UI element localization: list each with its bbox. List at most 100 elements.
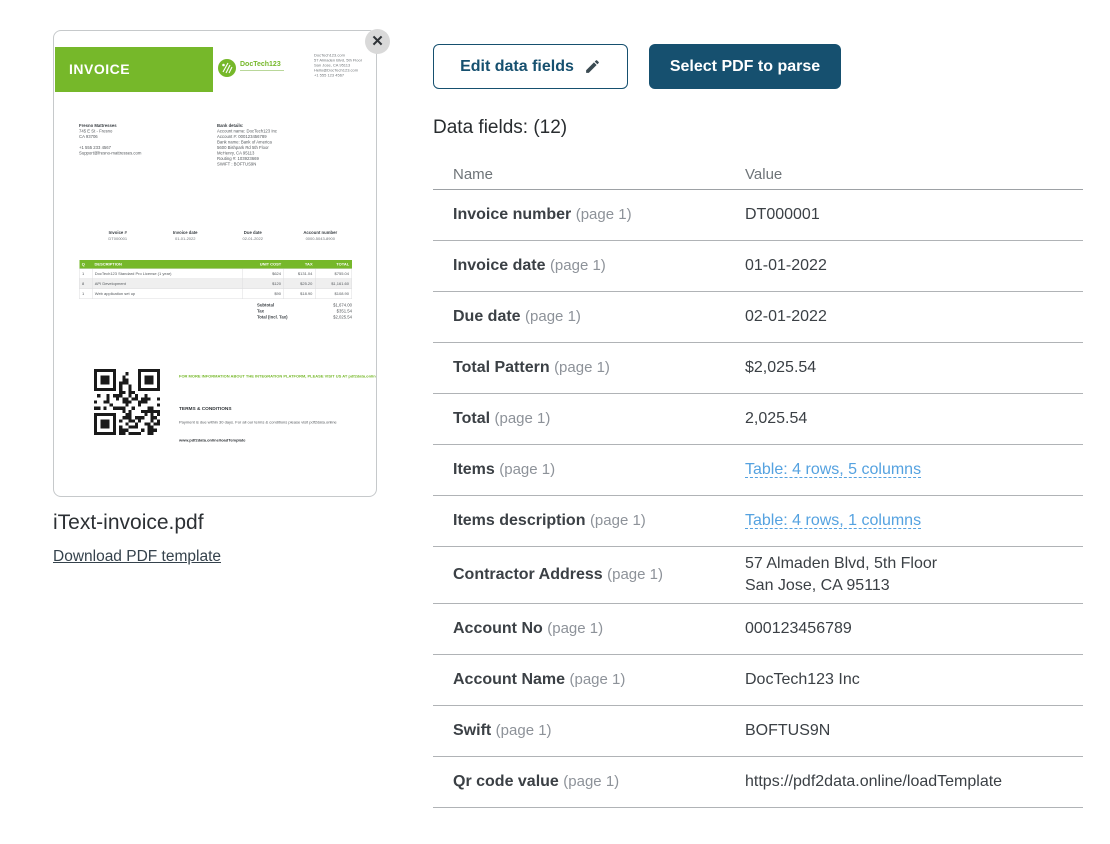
field-value: 2,025.54 bbox=[745, 410, 807, 427]
table-row: Due date (page 1)02-01-2022 bbox=[433, 292, 1083, 343]
invoice-preview: INVOICE DocTech123 DocTech123.com57 Alma… bbox=[54, 31, 376, 496]
field-name: Due date bbox=[453, 308, 521, 325]
terms-block: FOR MORE INFORMATION ABOUT THE INTEGRATI… bbox=[179, 374, 376, 447]
field-name: Qr code value bbox=[453, 773, 559, 790]
field-name: Contractor Address bbox=[453, 566, 603, 583]
field-value-cell: 57 Almaden Blvd, 5th FloorSan Jose, CA 9… bbox=[745, 553, 1083, 597]
field-name: Items bbox=[453, 461, 495, 478]
table-row: Total (page 1)2,025.54 bbox=[433, 394, 1083, 445]
field-page: (page 1) bbox=[576, 206, 632, 223]
field-name-cell: Qr code value (page 1) bbox=[433, 773, 745, 791]
bank-details-block: Bank details:Account name: DocTech123 In… bbox=[217, 123, 347, 167]
pdf-preview-card[interactable]: INVOICE DocTech123 DocTech123.com57 Alma… bbox=[53, 30, 377, 497]
qr-code bbox=[94, 369, 160, 435]
table-row: Items (page 1)Table: 4 rows, 5 columns bbox=[433, 445, 1083, 496]
field-value-cell: DT000001 bbox=[745, 204, 1083, 226]
field-name-cell: Items (page 1) bbox=[433, 461, 745, 479]
field-page: (page 1) bbox=[499, 461, 555, 478]
table-preview-link[interactable]: Table: 4 rows, 5 columns bbox=[745, 461, 921, 478]
field-name-cell: Account No (page 1) bbox=[433, 620, 745, 638]
column-header-name: Name bbox=[433, 166, 745, 183]
field-page: (page 1) bbox=[569, 671, 625, 688]
table-row: Swift (page 1)BOFTUS9N bbox=[433, 706, 1083, 757]
field-value-line: San Jose, CA 95113 bbox=[745, 575, 1073, 597]
terms-link: www.pdf2data.online/loadTemplate bbox=[179, 438, 376, 443]
table-header: Name Value bbox=[433, 160, 1083, 190]
table-row: Contractor Address (page 1)57 Almaden Bl… bbox=[433, 547, 1083, 604]
column-header-value: Value bbox=[745, 166, 1083, 183]
company-name: DocTech123 bbox=[240, 61, 284, 72]
field-value-cell: 01-01-2022 bbox=[745, 255, 1083, 277]
invoice-title-banner: INVOICE bbox=[55, 47, 213, 92]
invoice-title: INVOICE bbox=[69, 61, 130, 77]
field-value: DT000001 bbox=[745, 206, 820, 223]
field-name: Total Pattern bbox=[453, 359, 550, 376]
download-template-link[interactable]: Download PDF template bbox=[53, 548, 221, 566]
pdf-filename: iText-invoice.pdf bbox=[53, 511, 204, 535]
items-body: 1DocTech123 Standard Pro License (1 year… bbox=[79, 269, 352, 299]
field-page: (page 1) bbox=[525, 308, 581, 325]
field-name-cell: Due date (page 1) bbox=[433, 308, 745, 326]
field-name: Account No bbox=[453, 620, 543, 637]
field-name-cell: Invoice date (page 1) bbox=[433, 257, 745, 275]
field-name-cell: Contractor Address (page 1) bbox=[433, 566, 745, 584]
edit-data-fields-label: Edit data fields bbox=[460, 58, 574, 76]
field-value-line: 57 Almaden Blvd, 5th Floor bbox=[745, 553, 1073, 575]
field-page: (page 1) bbox=[494, 410, 550, 427]
terms-title: TERMS & CONDITIONS bbox=[179, 406, 376, 412]
pdf2data-template-page: INVOICE DocTech123 DocTech123.com57 Alma… bbox=[0, 0, 1110, 844]
field-name-cell: Total (page 1) bbox=[433, 410, 745, 428]
field-name: Invoice date bbox=[453, 257, 545, 274]
invoice-totals: Subtotal$1,674.00Tax$351.54Total (incl. … bbox=[79, 302, 352, 320]
field-page: (page 1) bbox=[496, 722, 552, 739]
field-name-cell: Total Pattern (page 1) bbox=[433, 359, 745, 377]
field-name: Invoice number bbox=[453, 206, 571, 223]
table-row: Items description (page 1)Table: 4 rows,… bbox=[433, 496, 1083, 547]
invoice-meta-row: Invoice #DT000001Invoice date01-01-2022D… bbox=[84, 230, 354, 241]
table-body: Invoice number (page 1)DT000001Invoice d… bbox=[433, 190, 1083, 808]
toolbar: Edit data fields Select PDF to parse bbox=[433, 44, 841, 89]
field-name: Account Name bbox=[453, 671, 565, 688]
field-value: $2,025.54 bbox=[745, 359, 816, 376]
field-page: (page 1) bbox=[563, 773, 619, 790]
table-preview-link[interactable]: Table: 4 rows, 1 columns bbox=[745, 512, 921, 529]
field-name-cell: Swift (page 1) bbox=[433, 722, 745, 740]
edit-data-fields-button[interactable]: Edit data fields bbox=[433, 44, 628, 89]
table-row: Qr code value (page 1)https://pdf2data.o… bbox=[433, 757, 1083, 808]
terms-body: Payment is due within 30 days. For all o… bbox=[179, 420, 376, 425]
data-fields-table: Name Value Invoice number (page 1)DT0000… bbox=[433, 160, 1083, 808]
field-value-cell: 2,025.54 bbox=[745, 408, 1083, 430]
field-page: (page 1) bbox=[550, 257, 606, 274]
field-name-cell: Invoice number (page 1) bbox=[433, 206, 745, 224]
field-value-cell: Table: 4 rows, 1 columns bbox=[745, 510, 1083, 532]
field-name-cell: Account Name (page 1) bbox=[433, 671, 745, 689]
company-address: DocTech123.com57 Almaden Blvd, 5th Floor… bbox=[314, 53, 369, 78]
field-value-cell: BOFTUS9N bbox=[745, 720, 1083, 742]
field-value: 01-01-2022 bbox=[745, 257, 827, 274]
close-preview-button[interactable]: ✕ bbox=[365, 29, 390, 54]
pencil-icon bbox=[584, 58, 601, 75]
field-value-cell: 02-01-2022 bbox=[745, 306, 1083, 328]
table-row: Account No (page 1)000123456789 bbox=[433, 604, 1083, 655]
field-value: DocTech123 Inc bbox=[745, 671, 860, 688]
field-value-cell: 000123456789 bbox=[745, 618, 1083, 640]
field-page: (page 1) bbox=[590, 512, 646, 529]
field-value: BOFTUS9N bbox=[745, 722, 830, 739]
field-name: Total bbox=[453, 410, 490, 427]
field-name: Swift bbox=[453, 722, 491, 739]
data-fields-heading: Data fields: (12) bbox=[433, 117, 567, 139]
table-row: Invoice date (page 1)01-01-2022 bbox=[433, 241, 1083, 292]
invoice-items-table: QDESCRIPTIONUNIT COSTTAXTOTAL1DocTech123… bbox=[79, 260, 352, 320]
field-value-cell: DocTech123 Inc bbox=[745, 669, 1083, 691]
bill-to-block: Fresno Mattresses745 E St - FresnoCA 937… bbox=[79, 123, 189, 156]
table-row: Account Name (page 1)DocTech123 Inc bbox=[433, 655, 1083, 706]
table-row: Invoice number (page 1)DT000001 bbox=[433, 190, 1083, 241]
table-row: Total Pattern (page 1)$2,025.54 bbox=[433, 343, 1083, 394]
field-page: (page 1) bbox=[554, 359, 610, 376]
close-icon: ✕ bbox=[371, 33, 384, 50]
select-pdf-button[interactable]: Select PDF to parse bbox=[649, 44, 841, 89]
field-page: (page 1) bbox=[607, 566, 663, 583]
items-header-row: QDESCRIPTIONUNIT COSTTAXTOTAL bbox=[79, 260, 352, 269]
field-name-cell: Items description (page 1) bbox=[433, 512, 745, 530]
field-value-cell: https://pdf2data.online/loadTemplate bbox=[745, 771, 1083, 793]
